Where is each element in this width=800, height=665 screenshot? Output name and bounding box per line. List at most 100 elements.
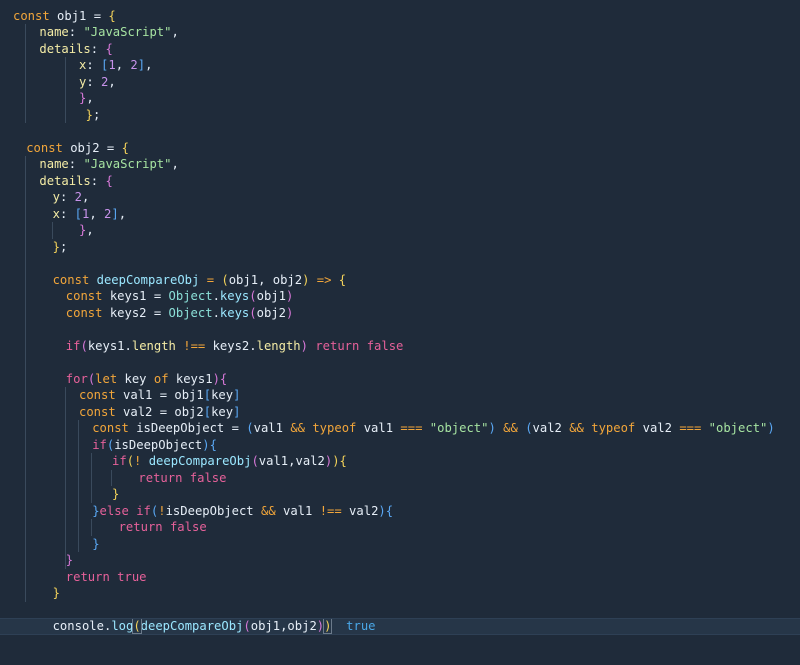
code-text: details: { (39, 173, 112, 190)
code-line[interactable]: const obj1 = { (0, 8, 800, 25)
code-line[interactable]: name: "JavaScript", (0, 24, 800, 41)
code-token: x (52, 206, 60, 221)
code-line[interactable]: } (0, 585, 800, 602)
code-token: ! (134, 454, 149, 468)
code-token: ; (59, 239, 68, 254)
code-line[interactable]: const obj2 = { (0, 140, 800, 157)
indent-guide (78, 420, 79, 437)
code-token: : (86, 58, 102, 72)
indent-guide (64, 420, 66, 437)
code-line[interactable]: return true (0, 568, 800, 585)
indent-guide (25, 387, 27, 404)
code-line[interactable]: const deepCompareObj = (obj1, obj2) => { (0, 271, 800, 288)
code-line[interactable]: }, (0, 90, 800, 107)
indent-guide (64, 90, 66, 107)
code-token: return (307, 338, 367, 353)
code-line[interactable]: }else if(!isDeepObject && val1 !== val2)… (0, 502, 800, 520)
code-token: val2 (532, 421, 570, 435)
code-line[interactable] (0, 602, 800, 619)
indent-guide (64, 106, 66, 123)
code-editor[interactable]: const obj1 = {name: "JavaScript", details… (0, 0, 800, 665)
indent-guide (25, 238, 27, 255)
code-token: : (68, 25, 84, 39)
code-text: if(! deepCompareObj(val1,val2)){ (112, 453, 347, 470)
code-token: deepCompareObj (148, 454, 252, 468)
code-line[interactable]: const val1 = obj1[key] (0, 387, 800, 404)
code-line[interactable]: } (0, 486, 800, 503)
code-line[interactable] (0, 354, 800, 371)
indent-guide (25, 222, 27, 239)
code-line[interactable]: if(! deepCompareObj(val1,val2)){ (0, 453, 800, 470)
indent-guide (78, 486, 79, 503)
code-text: }; (86, 107, 101, 124)
code-line[interactable] (0, 255, 800, 272)
code-line[interactable]: y: 2, (0, 189, 800, 206)
code-line[interactable]: name: "JavaScript", (0, 156, 800, 173)
code-line[interactable]: const keys2 = Object.keys(obj2) (0, 304, 800, 321)
indent-guide (25, 436, 27, 453)
code-token: "JavaScript" (83, 25, 172, 39)
code-token: val1 = obj1 (115, 388, 204, 402)
code-token: "object" (708, 421, 768, 435)
code-token: keys1. (87, 338, 132, 353)
code-token: details (39, 173, 91, 188)
code-line[interactable]: const keys1 = Object.keys(obj1) (0, 288, 800, 305)
code-text: }else if(!isDeepObject && val1 !== val2)… (92, 503, 393, 520)
code-token: if (65, 338, 81, 353)
code-token: if (136, 503, 151, 518)
code-line[interactable]: return false (0, 519, 800, 536)
code-token: ( (126, 454, 135, 468)
code-line[interactable]: }; (0, 238, 800, 255)
code-line[interactable]: for(let key of keys1){ (0, 370, 800, 388)
code-line[interactable]: if(isDeepObject){ (0, 436, 800, 453)
indent-guide (25, 354, 27, 371)
code-line[interactable]: } (0, 552, 800, 569)
code-line[interactable] (0, 123, 800, 140)
code-token: , (171, 25, 179, 39)
indent-guide (25, 337, 27, 354)
code-line[interactable]: } (0, 535, 800, 552)
code-token: } (92, 536, 100, 551)
indent-guide (64, 57, 66, 74)
code-line[interactable]: details: { (0, 40, 800, 58)
code-token: else (99, 503, 137, 518)
code-token: ] (233, 388, 241, 402)
code-token: val1,val2 (258, 454, 325, 468)
code-text: const obj2 = { (26, 140, 129, 157)
code-token: { (385, 503, 394, 518)
code-text: x: [1, 2], (53, 206, 126, 223)
code-line[interactable]: const isDeepObject = (val1 && typeof val… (0, 420, 800, 437)
code-token: true (117, 569, 147, 584)
code-line[interactable]: x: [1, 2], (0, 205, 800, 223)
code-token: const (26, 140, 63, 155)
code-text: y: 2, (53, 189, 90, 206)
indent-guide (64, 453, 66, 470)
indent-guide (91, 469, 93, 486)
code-token: val1 (275, 503, 320, 518)
code-token: return (65, 569, 118, 584)
code-text: details: { (39, 41, 112, 58)
code-line[interactable]: if(keys1.length !== keys2.length) return… (0, 337, 800, 354)
code-line[interactable]: console.log(deepCompareObj(obj1,obj2)) t… (0, 618, 800, 635)
code-line[interactable]: }, (0, 222, 800, 239)
code-token: obj1 (256, 289, 286, 303)
code-token: ) (767, 421, 775, 435)
code-line[interactable]: details: { (0, 172, 800, 190)
indent-guide (25, 304, 27, 321)
code-token: val2 (635, 421, 680, 435)
code-token: ] (233, 404, 241, 419)
code-line[interactable]: return false (0, 469, 800, 486)
code-token: { (105, 41, 113, 56)
code-token: length (256, 338, 301, 353)
indent-guide (25, 486, 27, 503)
code-line[interactable]: y: 2, (0, 73, 800, 90)
code-token: && (503, 421, 518, 435)
code-token: === (400, 421, 423, 435)
code-line[interactable]: const val2 = obj2[key] (0, 403, 800, 420)
indent-guide (64, 502, 66, 519)
code-line[interactable] (0, 321, 800, 338)
code-token: ] (137, 58, 146, 72)
code-line[interactable]: }; (0, 106, 800, 124)
code-line[interactable]: x: [1, 2], (0, 57, 800, 74)
code-text: for(let key of keys1){ (66, 371, 227, 388)
